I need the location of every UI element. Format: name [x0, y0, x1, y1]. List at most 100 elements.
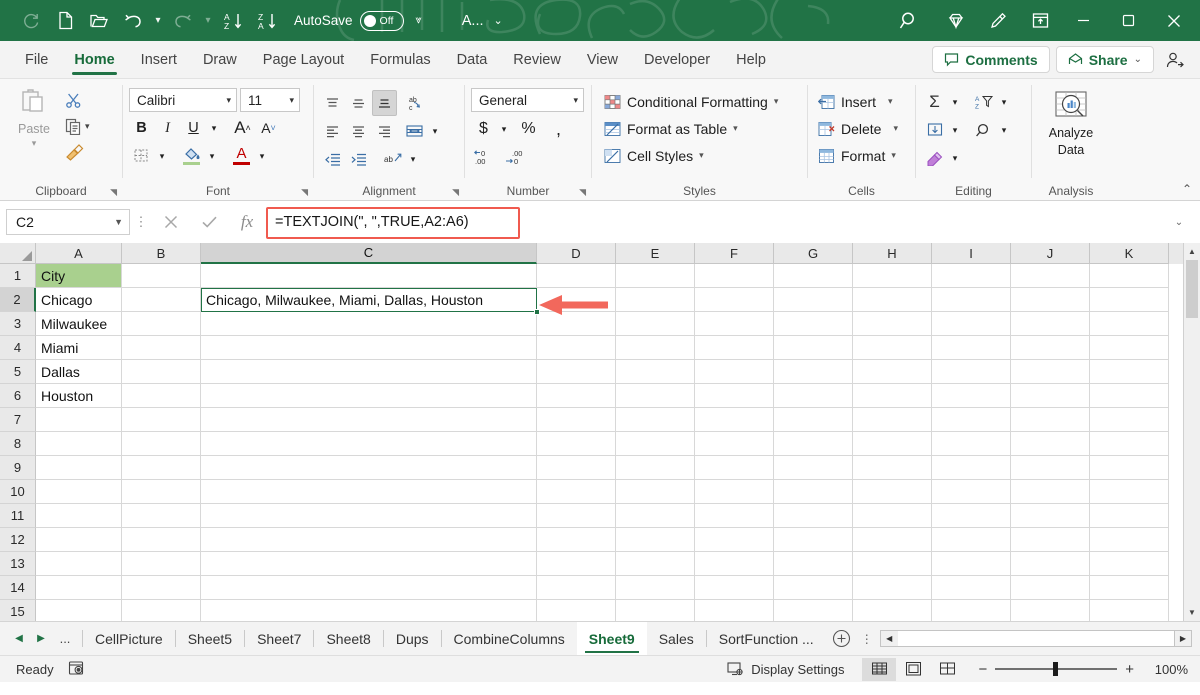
- borders-button[interactable]: [129, 143, 154, 169]
- column-header-K[interactable]: K: [1090, 243, 1169, 264]
- zoom-out-button[interactable]: −: [978, 661, 987, 678]
- cell-B12[interactable]: [122, 528, 201, 552]
- cell-styles-chevron-down-icon[interactable]: ▾: [699, 150, 704, 161]
- cell-B15[interactable]: [122, 600, 201, 621]
- open-folder-icon[interactable]: [82, 6, 116, 36]
- cell-D4[interactable]: [537, 336, 616, 360]
- grow-font-button[interactable]: A˄: [230, 115, 255, 141]
- cell-E2[interactable]: [616, 288, 695, 312]
- cell-K5[interactable]: [1090, 360, 1169, 384]
- comments-button[interactable]: Comments: [932, 46, 1049, 73]
- font-size-chevron-down-icon[interactable]: ▾: [281, 95, 294, 106]
- cell-E5[interactable]: [616, 360, 695, 384]
- format-chevron-down-icon[interactable]: ▾: [891, 150, 896, 161]
- format-as-table-button[interactable]: Format as Table ▾: [602, 115, 740, 142]
- cell-E7[interactable]: [616, 408, 695, 432]
- cell-A11[interactable]: [36, 504, 122, 528]
- column-header-I[interactable]: I: [932, 243, 1011, 264]
- row-header-13[interactable]: 13: [0, 552, 36, 576]
- cell-K6[interactable]: [1090, 384, 1169, 408]
- cell-D15[interactable]: [537, 600, 616, 621]
- cell-C5[interactable]: [201, 360, 537, 384]
- paste-button[interactable]: Paste ▾: [6, 86, 62, 149]
- cell-G8[interactable]: [774, 432, 853, 456]
- cell-G9[interactable]: [774, 456, 853, 480]
- cell-B7[interactable]: [122, 408, 201, 432]
- autosum-button[interactable]: Σ: [922, 89, 947, 115]
- ribbon-tab-help[interactable]: Help: [723, 41, 779, 78]
- cell-I9[interactable]: [932, 456, 1011, 480]
- cell-A10[interactable]: [36, 480, 122, 504]
- cell-F8[interactable]: [695, 432, 774, 456]
- delete-cells-button[interactable]: Delete ▾: [816, 115, 900, 142]
- cell-C10[interactable]: [201, 480, 537, 504]
- ribbon-tab-developer[interactable]: Developer: [631, 41, 723, 78]
- column-header-D[interactable]: D: [537, 243, 616, 264]
- cell-E9[interactable]: [616, 456, 695, 480]
- cell-B6[interactable]: [122, 384, 201, 408]
- redo-dropdown-icon[interactable]: ▾: [200, 6, 216, 36]
- insert-chevron-down-icon[interactable]: ▾: [888, 96, 893, 107]
- find-select-chevron-down-icon[interactable]: ▾: [997, 117, 1011, 143]
- cell-A1[interactable]: City: [36, 264, 122, 288]
- accounting-format-button[interactable]: $: [471, 116, 496, 142]
- sort-ascending-icon[interactable]: A Z: [216, 6, 250, 36]
- sheet-tab-dups[interactable]: Dups: [384, 622, 441, 655]
- undo-icon[interactable]: [116, 6, 150, 36]
- sort-descending-icon[interactable]: Z A: [250, 6, 284, 36]
- cell-I14[interactable]: [932, 576, 1011, 600]
- formula-input[interactable]: =TEXTJOIN(", ",TRUE,A2:A6): [266, 214, 469, 230]
- cell-A15[interactable]: [36, 600, 122, 621]
- cell-K9[interactable]: [1090, 456, 1169, 480]
- cell-K12[interactable]: [1090, 528, 1169, 552]
- cell-K1[interactable]: [1090, 264, 1169, 288]
- cell-D7[interactable]: [537, 408, 616, 432]
- cell-I2[interactable]: [932, 288, 1011, 312]
- cell-A9[interactable]: [36, 456, 122, 480]
- cell-J8[interactable]: [1011, 432, 1090, 456]
- cell-J9[interactable]: [1011, 456, 1090, 480]
- cell-G13[interactable]: [774, 552, 853, 576]
- column-header-C[interactable]: C: [201, 243, 537, 264]
- cell-D6[interactable]: [537, 384, 616, 408]
- column-header-B[interactable]: B: [122, 243, 201, 264]
- increase-indent-button[interactable]: [346, 146, 371, 172]
- center-button[interactable]: [346, 118, 371, 144]
- cell-J13[interactable]: [1011, 552, 1090, 576]
- cell-J11[interactable]: [1011, 504, 1090, 528]
- format-cells-button[interactable]: Format ▾: [816, 142, 898, 169]
- row-header-4[interactable]: 4: [0, 336, 36, 360]
- cell-F4[interactable]: [695, 336, 774, 360]
- cell-A3[interactable]: Milwaukee: [36, 312, 122, 336]
- cell-F6[interactable]: [695, 384, 774, 408]
- cell-A4[interactable]: Miami: [36, 336, 122, 360]
- quick-access-toolbar[interactable]: ▾ ▾ A Z Z A: [0, 6, 284, 36]
- row-header-9[interactable]: 9: [0, 456, 36, 480]
- cell-I15[interactable]: [932, 600, 1011, 621]
- cell-I11[interactable]: [932, 504, 1011, 528]
- normal-view-button[interactable]: [862, 658, 896, 681]
- cell-A13[interactable]: [36, 552, 122, 576]
- cell-D2[interactable]: [537, 288, 616, 312]
- cell-J2[interactable]: [1011, 288, 1090, 312]
- cell-C8[interactable]: [201, 432, 537, 456]
- analyze-data-button[interactable]: Analyze Data: [1038, 88, 1104, 158]
- cell-D12[interactable]: [537, 528, 616, 552]
- cell-A12[interactable]: [36, 528, 122, 552]
- percent-format-button[interactable]: %: [516, 116, 541, 142]
- scroll-right-button[interactable]: ▶: [1175, 630, 1192, 647]
- cell-K14[interactable]: [1090, 576, 1169, 600]
- number-dialog-launcher[interactable]: ◥: [579, 187, 586, 198]
- cell-I3[interactable]: [932, 312, 1011, 336]
- fill-color-button[interactable]: [179, 143, 204, 169]
- row-header-7[interactable]: 7: [0, 408, 36, 432]
- comma-format-button[interactable]: ,: [546, 116, 571, 142]
- share-button[interactable]: Share ⌄: [1056, 46, 1154, 73]
- column-header-J[interactable]: J: [1011, 243, 1090, 264]
- cell-H14[interactable]: [853, 576, 932, 600]
- cell-C9[interactable]: [201, 456, 537, 480]
- cell-D3[interactable]: [537, 312, 616, 336]
- cell-F7[interactable]: [695, 408, 774, 432]
- cell-D1[interactable]: [537, 264, 616, 288]
- row-header-12[interactable]: 12: [0, 528, 36, 552]
